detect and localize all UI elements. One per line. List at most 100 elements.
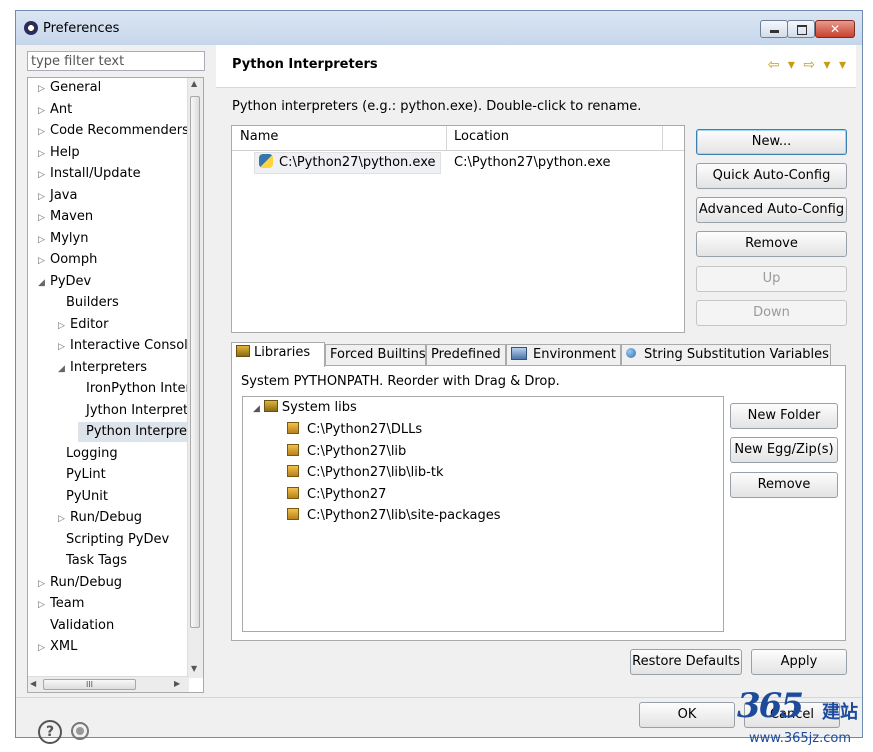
table-row[interactable]: C:\Python27\python.exe C:\Python27\pytho… [232,152,684,174]
tree-item[interactable]: ◢ Interpreters [58,358,147,378]
filter-input[interactable] [28,52,210,70]
new-egg-zip-button[interactable]: New Egg/Zip(s) [730,437,838,463]
tree-item[interactable]: ▷ Run/Debug [58,508,142,528]
filter-box[interactable] [27,51,210,71]
expand-arrow-icon[interactable]: ▷ [38,251,50,271]
new-folder-button[interactable]: New Folder [730,403,838,429]
scroll-right-icon[interactable]: ▶ [174,679,180,688]
tree-vertical-scrollbar[interactable]: ▲ ▼ [187,78,203,678]
tree-item[interactable]: PyUnit [58,487,108,507]
expand-arrow-icon[interactable]: ◢ [38,273,50,293]
tree-item[interactable]: Task Tags [58,551,127,571]
tree-item-label: Python Interpreter [86,424,189,439]
down-button[interactable]: Down [696,300,847,326]
close-icon: ✕ [829,22,841,36]
preference-tree: ▷ General ▷ Ant ▷ Code Recommenders ▷ Help ▷ Inst… [27,77,204,693]
tree-item[interactable]: IronPython Interpreter [78,379,189,399]
tree-item[interactable]: ▷ Team [38,594,84,614]
interpreter-name-cell[interactable]: C:\Python27\python.exe [254,152,441,174]
expand-arrow-icon[interactable]: ▷ [38,101,50,121]
cancel-button[interactable]: Cancel [744,702,840,728]
tree-item[interactable]: ▷ XML [38,637,77,657]
tree-item[interactable]: Builders [58,293,119,313]
tree-item[interactable]: ▷ Run/Debug [38,573,122,593]
library-path-item[interactable]: C:\Python27 [287,484,386,505]
column-header-name[interactable]: Name [240,129,278,144]
libraries-panel: System PYTHONPATH. Reorder with Drag & D… [231,365,846,641]
tab-string-substitution-variables[interactable]: String Substitution Variables [621,344,831,366]
tab-libraries[interactable]: Libraries [231,342,325,367]
tree-node-system-libs[interactable]: ◢ System libs [253,397,357,418]
up-button[interactable]: Up [696,266,847,292]
tree-item[interactable]: ▷ General [38,78,101,98]
expand-arrow-icon[interactable]: ▷ [58,509,70,529]
remove-library-button[interactable]: Remove [730,472,838,498]
tree-item-label: Ant [50,101,73,117]
expand-arrow-icon[interactable]: ▷ [38,122,50,142]
library-path-label: C:\Python27\lib [307,443,407,459]
tree-item[interactable]: ▷ Interactive Console [58,336,189,356]
tree-item[interactable]: ▷ Mylyn [38,229,88,249]
tree-item[interactable]: Validation [38,616,114,636]
library-path-item[interactable]: C:\Python27\lib [287,441,406,462]
interpreters-table[interactable]: Name Location C:\Python27\python.exe C:\… [231,125,685,333]
tree-item[interactable]: ▷ Maven [38,207,93,227]
tree-item[interactable]: Scripting PyDev [58,530,169,550]
window-title: Preferences [43,21,120,36]
scroll-up-icon[interactable]: ▲ [191,79,197,88]
expand-arrow-icon[interactable]: ▷ [38,574,50,594]
expand-arrow-icon[interactable]: ▷ [38,144,50,164]
import-export-icon[interactable] [71,722,89,740]
tree-item[interactable]: ▷ Oomph [38,250,97,270]
tree-item[interactable]: PyLint [58,465,106,485]
expand-arrow-icon[interactable]: ▷ [58,316,70,336]
system-libs-tree[interactable]: ◢ System libs C:\Python27\DLLs C:\Python27… [242,396,724,632]
expand-arrow-icon[interactable]: ◢ [253,404,260,414]
expand-arrow-icon[interactable]: ▷ [38,230,50,250]
help-icon[interactable]: ? [38,720,62,744]
expand-arrow-icon[interactable]: ▷ [38,595,50,615]
tree-item[interactable]: Jython Interpreter [78,401,189,421]
ok-button[interactable]: OK [639,702,735,728]
tree-item[interactable]: ▷ Help [38,143,80,163]
tree-item[interactable]: Logging [58,444,118,464]
expand-arrow-icon[interactable]: ▷ [38,187,50,207]
tree-item[interactable]: Python Interpreter [78,422,189,442]
expand-arrow-icon[interactable]: ▷ [38,79,50,99]
tree-item[interactable]: ▷ Install/Update [38,164,141,184]
expand-arrow-icon[interactable]: ▷ [38,208,50,228]
expand-arrow-icon[interactable]: ▷ [38,165,50,185]
minimize-button[interactable] [760,20,788,38]
quick-auto-config-button[interactable]: Quick Auto-Config [696,163,847,189]
tab-forced-builtins[interactable]: Forced Builtins [325,344,426,366]
restore-defaults-button[interactable]: Restore Defaults [630,649,742,675]
tab-environment[interactable]: Environment [506,344,621,366]
new-interpreter-button[interactable]: New... [696,129,847,155]
column-header-location[interactable]: Location [454,129,509,144]
maximize-button[interactable] [787,20,815,38]
tree-horizontal-thumb[interactable]: III [43,679,136,690]
environment-icon [511,347,527,360]
expand-arrow-icon[interactable]: ◢ [58,359,70,379]
expand-arrow-icon[interactable]: ▷ [38,638,50,658]
tree-item[interactable]: ▷ Editor [58,315,108,335]
apply-button[interactable]: Apply [751,649,847,675]
tab-predefined[interactable]: Predefined [426,344,506,366]
library-path-item[interactable]: C:\Python27\DLLs [287,419,422,440]
title-bar[interactable]: Preferences ✕ [16,11,862,45]
scroll-left-icon[interactable]: ◀ [30,679,36,688]
tree-item[interactable]: ▷ Ant [38,100,72,120]
scroll-down-icon[interactable]: ▼ [191,664,197,673]
library-path-item[interactable]: C:\Python27\lib\site-packages [287,505,501,526]
tree-item[interactable]: ▷ Java [38,186,77,206]
advanced-auto-config-button[interactable]: Advanced Auto-Config [696,197,847,223]
tree-item[interactable]: ▷ Code Recommenders [38,121,189,141]
close-button[interactable]: ✕ [815,20,855,38]
library-path-item[interactable]: C:\Python27\lib\lib-tk [287,462,443,483]
tree-horizontal-scrollbar[interactable]: ◀ III ▶ [28,676,189,692]
tree-item[interactable]: ◢ PyDev [38,272,91,292]
tree-vertical-thumb[interactable] [190,96,200,628]
expand-arrow-icon[interactable]: ▷ [58,337,70,357]
history-nav-icons[interactable]: ⇦ ▾ ⇨ ▾ ▾ [768,57,848,73]
remove-interpreter-button[interactable]: Remove [696,231,847,257]
